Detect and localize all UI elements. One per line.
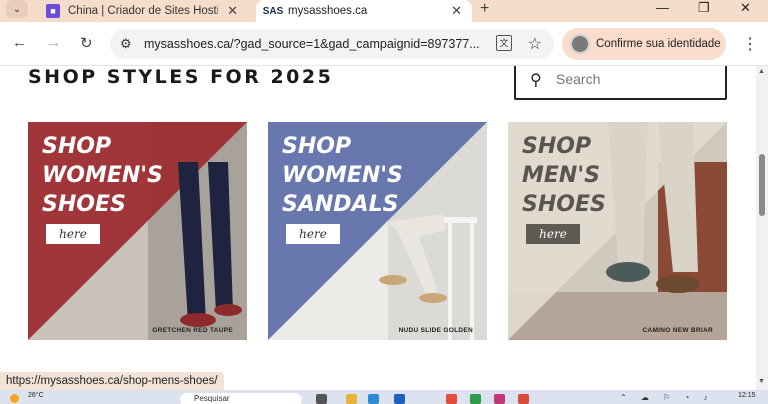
close-icon[interactable]: ✕ [227,3,238,19]
close-icon[interactable]: ✕ [451,3,462,19]
chrome-icon[interactable] [446,394,457,404]
more-menu-icon[interactable]: ⋮ [742,34,758,54]
product-caption: CAMINO NEW BRIAR [642,327,713,334]
here-button[interactable]: here [46,224,100,244]
tile-shop-womens-shoes[interactable]: SHOP WOMEN'S SHOES here GRETCHEN RED TAU… [28,122,247,340]
instagram-icon[interactable] [494,394,505,404]
product-caption: NUDU SLIDE GOLDEN [398,327,473,334]
scroll-down-icon[interactable]: ▼ [758,378,765,385]
file-explorer-icon[interactable] [346,394,357,404]
restore-icon[interactable]: ❐ [698,0,710,16]
promo-text: SHOP WOMEN'S SHOES [42,134,163,217]
sas-logo-icon: SAS [262,5,284,17]
site-info-icon[interactable]: ⚙ [120,36,132,52]
scrollbar-thumb[interactable] [759,154,765,216]
page-scrollbar[interactable]: ▲ ▼ [756,66,768,390]
edge-icon[interactable] [368,394,379,404]
here-button[interactable]: here [286,224,340,244]
tab-title: China | Criador de Sites Hosting [68,5,218,17]
system-tray[interactable]: ⌃ ☁ ⚐ ◔ ♪ [620,393,714,402]
page-title: SHOP STYLES FOR 2025 [28,66,334,88]
bookmark-star-icon[interactable]: ☆ [528,34,542,54]
temperature-text: 26°C [28,392,44,399]
search-input[interactable] [556,71,716,87]
minimize-icon[interactable]: — [656,0,669,15]
tab-strip: ⌄ ■ China | Criador de Sites Hosting ✕ S… [0,0,768,22]
tab-mysasshoes[interactable]: SAS mysasshoes.ca ✕ [256,0,472,22]
site-builder-icon: ■ [46,4,60,18]
promo-text: SHOP WOMEN'S SANDALS [282,134,403,217]
search-box[interactable]: ⚲ [514,66,727,100]
windows-taskbar: 26°C Pesquisar ⌃ ☁ ⚐ ◔ ♪ 12:15 [0,390,768,404]
identity-label: Confirme sua identidade [596,38,721,50]
link-status-bar: https://mysasshoes.ca/shop-mens-shoes/ [0,372,224,390]
tile-shop-mens-shoes[interactable]: SHOP MEN'S SHOES here CAMINO NEW BRIAR [508,122,727,340]
taskbar-search[interactable]: Pesquisar [180,393,302,404]
url-text[interactable]: mysasshoes.ca/?gad_source=1&gad_campaign… [144,37,480,51]
task-view-icon[interactable] [316,394,327,404]
reload-icon[interactable]: ↻ [80,34,93,52]
app-icon[interactable] [518,394,529,404]
address-bar[interactable]: ⚙ mysasshoes.ca/?gad_source=1&gad_campai… [110,29,554,59]
back-icon[interactable]: ← [12,34,27,51]
product-caption: GRETCHEN RED TAUPE [152,327,233,334]
search-icon[interactable]: ⚲ [530,70,542,90]
new-tab-button[interactable]: + [480,0,489,18]
weather-icon[interactable] [10,394,19,403]
browser-toolbar: ← → ↻ ⚙ mysasshoes.ca/?gad_source=1&gad_… [0,22,768,66]
tab-search-button[interactable]: ⌄ [6,0,28,18]
tab-site-builder[interactable]: ■ China | Criador de Sites Hosting ✕ [34,0,248,22]
window-close-icon[interactable]: ✕ [740,0,751,16]
clock-time: 12:15 [738,392,756,399]
scroll-up-icon[interactable]: ▲ [758,68,765,75]
avatar [570,34,590,54]
promo-text: SHOP MEN'S SHOES [522,134,606,217]
chevron-down-icon: ⌄ [12,3,22,15]
tile-shop-womens-sandals[interactable]: SHOP WOMEN'S SANDALS here NUDU SLIDE GOL… [268,122,487,340]
here-button[interactable]: here [526,224,580,244]
page-content: SHOP STYLES FOR 2025 ⚲ SHOP WOMEN'S SHOE… [0,66,756,376]
translate-icon[interactable]: 文 [496,35,512,51]
tab-title: mysasshoes.ca [288,5,368,17]
app-icon[interactable] [470,394,481,404]
forward-icon[interactable]: → [46,34,61,51]
outlook-icon[interactable] [394,394,405,404]
identity-button[interactable]: Confirme sua identidade [562,28,726,60]
